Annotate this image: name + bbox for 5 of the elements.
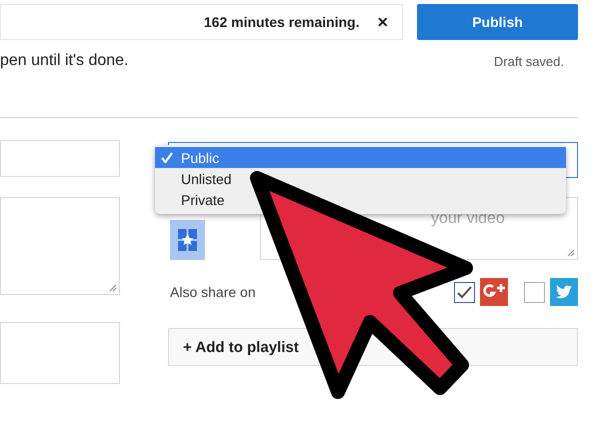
draft-status: Draft saved. — [494, 54, 565, 70]
time-remaining: 162 minutes remaining. — [204, 14, 360, 30]
upload-message: pen until it's done. — [0, 52, 128, 70]
placeholder-text: your video — [431, 210, 505, 227]
share-label: Also share on — [170, 284, 256, 300]
